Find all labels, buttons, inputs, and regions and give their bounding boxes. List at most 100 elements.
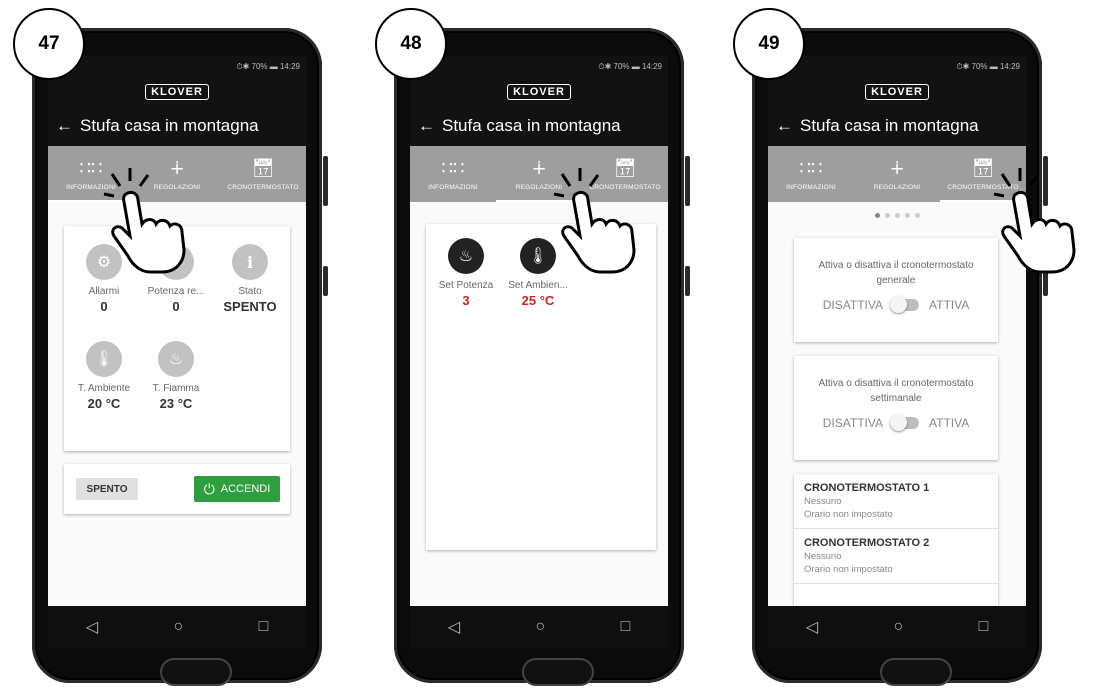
app-bar: ← Stufa casa in montagna (410, 106, 668, 146)
list-item[interactable]: CRONOTERMOSTATO 2 Nessuno Orario non imp… (794, 529, 998, 584)
hardware-home-button[interactable] (522, 658, 594, 686)
tile-name: T. Ambiente (77, 383, 131, 394)
cron-title: CRONOTERMOSTATO 1 (804, 482, 930, 494)
tab-informazioni[interactable]: ∷∷ INFORMAZIONI (410, 146, 496, 202)
plus-minus-icon: ∔ (531, 157, 547, 178)
cron-program: Nessuno (804, 496, 842, 507)
nav-recent-icon[interactable]: □ (979, 618, 989, 636)
nav-recent-icon[interactable]: □ (621, 618, 631, 636)
state-button[interactable]: SPENTO (76, 478, 138, 500)
status-text: ⏱✱ 70% ▬ 14:29 (956, 62, 1020, 71)
thermometer-icon: 🌡︎ (520, 238, 556, 274)
power-card: SPENTO ⏻ ACCENDI (64, 464, 290, 514)
list-item[interactable]: CRONOTERMOSTATO 1 Nessuno Orario non imp… (794, 474, 998, 529)
screen: ⏱✱ 70% ▬ 14:29 KLOVER ← Stufa casa in mon… (48, 56, 306, 606)
pointing-hand-icon (103, 168, 186, 274)
plus-minus-icon: ∔ (889, 157, 905, 178)
tab-label: INFORMAZIONI (428, 183, 478, 191)
tab-informazioni[interactable]: ∷∷ INFORMAZIONI (768, 146, 854, 202)
page-dot[interactable] (914, 213, 920, 218)
cronotermostato-generale-switch[interactable] (890, 296, 919, 313)
toggle-off-label: DISATTIVA (822, 416, 883, 430)
tile-stato: i Stato SPENTO (210, 244, 290, 314)
nav-back-icon[interactable]: ◁ (806, 617, 818, 637)
toggle-row: DISATTIVA ATTIVA (794, 414, 998, 431)
back-arrow-icon[interactable]: ← (410, 116, 442, 136)
page-dot[interactable] (884, 213, 890, 218)
cron-title: CRONOTERMOSTATO 2 (804, 537, 930, 549)
tile-value: 0 (172, 299, 180, 314)
brand-bar: KLOVER (410, 78, 668, 106)
nav-back-icon[interactable]: ◁ (448, 617, 460, 637)
klover-logo: KLOVER (145, 84, 209, 100)
tile-value: 25 °C (521, 293, 555, 308)
side-button (685, 266, 690, 296)
status-bar: ⏱✱ 70% ▬ 14:29 (768, 56, 1026, 78)
nav-home-icon[interactable]: ○ (535, 618, 545, 636)
tile-value: SPENTO (223, 299, 277, 314)
tile-set-potenza[interactable]: ♨ Set Potenza 3 (426, 238, 506, 308)
system-nav-bar: ◁ ○ □ (410, 606, 668, 648)
phone-47: 47 ⏱✱ 70% ▬ 14:29 KLOVER ← Stufa casa in … (10, 6, 330, 686)
nav-home-icon[interactable]: ○ (173, 618, 183, 636)
system-nav-bar: ◁ ○ □ (48, 606, 306, 648)
status-bar: ⏱✱ 70% ▬ 14:29 (48, 56, 306, 78)
page-title: Stufa casa in montagna (80, 116, 259, 135)
status-text: ⏱✱ 70% ▬ 14:29 (598, 62, 662, 71)
tile-value: 0 (100, 299, 108, 314)
pointing-hand-icon (553, 168, 636, 274)
tile-name: Stato (238, 286, 262, 297)
phone-49: 49 ⏱✱ 70% ▬ 14:29 KLOVER ← Stufa casa in … (730, 6, 1076, 686)
page-title: Stufa casa in montagna (442, 116, 621, 135)
back-arrow-icon[interactable]: ← (48, 116, 80, 136)
tile-name: Set Potenza (438, 280, 494, 291)
cronotermostato-settimanale-switch[interactable] (890, 414, 919, 431)
nav-recent-icon[interactable]: □ (259, 618, 269, 636)
tab-label: INFORMAZIONI (786, 183, 836, 191)
screen: ⏱✱ 70% ▬ 14:29 KLOVER ← Stufa casa in mon… (768, 56, 1026, 606)
hardware-home-button[interactable] (160, 658, 232, 686)
phone-48: 48 ⏱✱ 70% ▬ 14:29 KLOVER ← Stufa casa in … (372, 6, 692, 686)
grid-icon: ∷∷ (799, 157, 823, 178)
flame-icon: ♨ (448, 238, 484, 274)
app-bar: ← Stufa casa in montagna (768, 106, 1026, 146)
page-title: Stufa casa in montagna (800, 116, 979, 135)
klover-logo: KLOVER (507, 84, 571, 100)
fire-icon: ♨ (158, 341, 194, 377)
tile-t-ambiente: 🌡︎ T. Ambiente 20 °C (64, 341, 144, 411)
thermometer-icon: 🌡︎ (86, 341, 122, 377)
screen: ⏱✱ 70% ▬ 14:29 KLOVER ← Stufa casa in mon… (410, 56, 668, 606)
page-dot[interactable] (874, 213, 880, 218)
nav-back-icon[interactable]: ◁ (86, 617, 98, 637)
accendi-button[interactable]: ⏻ ACCENDI (194, 476, 280, 502)
step-badge: 47 (13, 8, 85, 80)
cron-list: CRONOTERMOSTATO 1 Nessuno Orario non imp… (794, 474, 998, 606)
hardware-home-button[interactable] (880, 658, 952, 686)
tile-t-fiamma: ♨ T. Fiamma 23 °C (136, 341, 216, 411)
status-bar: ⏱✱ 70% ▬ 14:29 (410, 56, 668, 78)
step-badge: 49 (733, 8, 805, 80)
toggle-card-settimanale: Attiva o disattiva il cronotermostato se… (794, 356, 998, 460)
tab-cronotermostato[interactable]: 📅︎ CRONOTERMOSTATO (220, 146, 306, 202)
calendar-icon: 📅︎ (251, 157, 275, 178)
side-button (323, 156, 328, 206)
nav-home-icon[interactable]: ○ (893, 618, 903, 636)
klover-logo: KLOVER (865, 84, 929, 100)
side-button (323, 266, 328, 296)
toggle-on-label: ATTIVA (929, 298, 970, 312)
back-arrow-icon[interactable]: ← (768, 116, 800, 136)
page-dot[interactable] (904, 213, 910, 218)
page-dot[interactable] (894, 213, 900, 218)
power-icon: ⏻ (203, 480, 215, 497)
grid-icon: ∷∷ (441, 157, 465, 178)
grid-icon: ∷∷ (79, 157, 103, 178)
switch-knob (890, 296, 907, 313)
cron-program: Nessuno (804, 551, 842, 562)
toggle-description: Attiva o disattiva il cronotermostato se… (818, 378, 974, 404)
accendi-label: ACCENDI (220, 483, 271, 495)
switch-knob (890, 414, 907, 431)
app-bar: ← Stufa casa in montagna (48, 106, 306, 146)
info-icon: i (232, 244, 268, 280)
tab-regolazioni[interactable]: ∔ REGOLAZIONI (854, 146, 940, 202)
pointing-hand-icon (993, 168, 1076, 274)
